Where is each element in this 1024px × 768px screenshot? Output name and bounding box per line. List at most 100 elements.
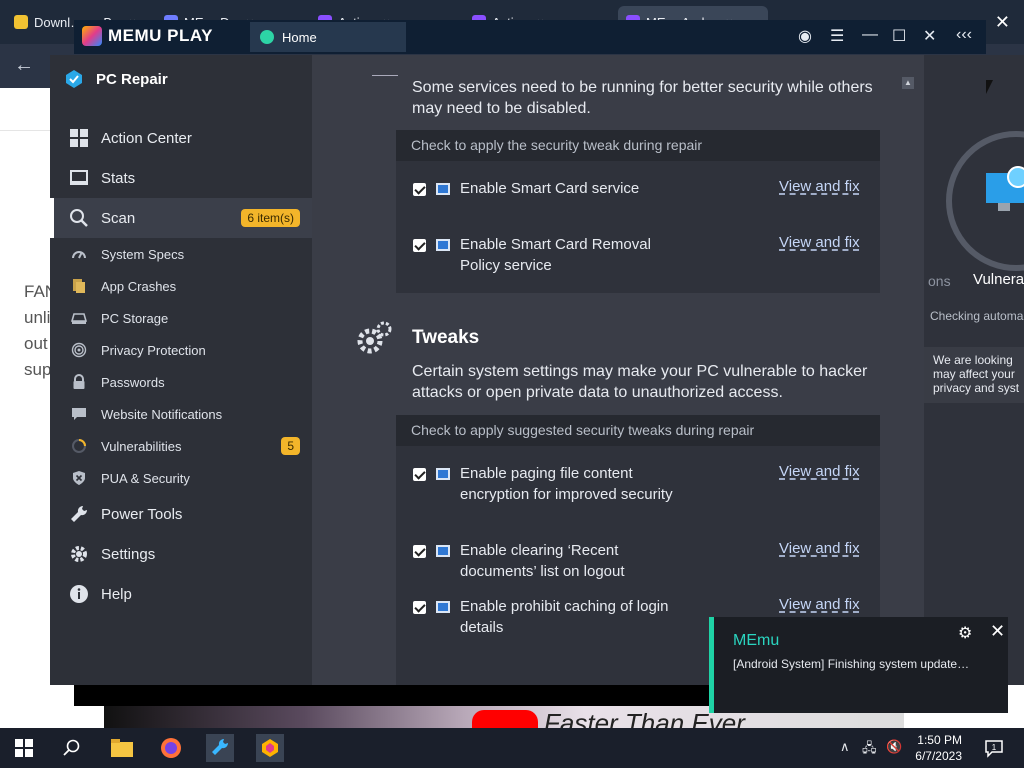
service-checkbox[interactable] <box>413 183 426 196</box>
tweak-label: Enable prohibit caching of login details <box>460 598 669 636</box>
back-arrow-icon[interactable]: ← <box>14 54 34 77</box>
info-icon <box>68 583 90 605</box>
clock[interactable]: 1:50 PM 6/7/2023 <box>912 732 962 764</box>
vulnerabilities-tab[interactable]: Vulnera <box>973 271 1024 288</box>
spinner-icon <box>70 437 88 455</box>
memu-title-bar: MEMU PLAY Home ◉ ☰ — ☐ ✕ ‹‹‹ <box>74 20 986 54</box>
tweaks-intro: Certain system settings may make your PC… <box>412 363 868 401</box>
app-name: PC Repair <box>96 70 168 88</box>
nav-stats[interactable]: Stats <box>50 158 312 198</box>
services-panel: Check to apply the security tweak during… <box>396 130 880 293</box>
info-line: We are looking <box>933 353 1013 367</box>
service-checkbox[interactable] <box>413 239 426 252</box>
close-icon[interactable]: ✕ <box>990 621 1005 642</box>
memu-home-tab[interactable]: Home <box>250 22 406 52</box>
collapse-icon[interactable]: ‹‹‹ <box>956 26 972 44</box>
toast-message: [Android System] Finishing system update… <box>733 657 970 671</box>
action-center-icon <box>68 127 90 149</box>
service-row: Enable Smart Card Removal Policy service… <box>396 234 880 282</box>
nav-settings[interactable]: Settings <box>50 534 312 574</box>
service-icon <box>436 183 450 195</box>
toast-title: MEmu <box>733 632 780 649</box>
maximize-icon[interactable]: ☐ <box>892 26 906 46</box>
sub-system-specs[interactable]: System Specs <box>50 238 312 270</box>
windows-start-icon[interactable] <box>10 734 38 762</box>
view-and-fix-link[interactable]: View and fix <box>779 596 860 613</box>
chat-icon <box>70 405 88 423</box>
memu-taskbar-icon[interactable] <box>256 734 284 762</box>
sub-passwords[interactable]: Passwords <box>50 366 312 398</box>
info-box: We are looking may affect your privacy a… <box>924 347 1024 403</box>
info-line: privacy and syst <box>933 381 1020 395</box>
notifications-icon[interactable]: 1 <box>980 734 1008 762</box>
tweak-label: Enable paging file content encryption fo… <box>460 465 673 503</box>
firefox-icon[interactable] <box>157 734 185 762</box>
memu-logo-icon <box>82 26 102 46</box>
page-text-fragment: out <box>24 334 48 353</box>
sub-pc-storage[interactable]: PC Storage <box>50 302 312 334</box>
tweak-icon <box>436 468 450 480</box>
notification-toast[interactable]: MEmu [Android System] Finishing system u… <box>709 617 1008 713</box>
privacy-icon <box>70 341 88 359</box>
scan-status-panel: ons Vulnera Checking automa We are looki… <box>924 55 1024 685</box>
nav-label: Action Center <box>101 129 192 147</box>
vulnerabilities-count-badge: 5 <box>281 437 300 455</box>
tweaks-gear-icon <box>357 321 392 354</box>
services-panel-header: Check to apply the security tweak during… <box>396 130 880 161</box>
nav-label: Help <box>101 585 132 603</box>
tweak-checkbox[interactable] <box>413 601 426 614</box>
view-and-fix-link[interactable]: View and fix <box>779 540 860 557</box>
app-crashes-icon <box>70 277 88 295</box>
nav-label: Scan <box>101 209 136 227</box>
tweak-checkbox[interactable] <box>413 468 426 481</box>
sub-vulnerabilities[interactable]: Vulnerabilities 5 <box>50 430 312 462</box>
sub-label: Privacy Protection <box>101 342 206 358</box>
app-brand: PC Repair <box>64 69 168 89</box>
sub-privacy-protection[interactable]: Privacy Protection <box>50 334 312 366</box>
browser-close-icon[interactable]: ✕ <box>995 12 1010 33</box>
tweaks-title: Tweaks <box>412 327 480 348</box>
sub-label: Website Notifications <box>101 406 223 422</box>
chevron-up-icon[interactable]: ∧ <box>840 739 850 755</box>
page-text-fragment: unli <box>24 308 51 327</box>
nav-label: Stats <box>101 169 136 187</box>
tweak-icon <box>436 601 450 613</box>
sub-pua-security[interactable]: PUA & Security <box>50 462 312 494</box>
view-and-fix-link[interactable]: View and fix <box>779 234 860 251</box>
close-icon[interactable]: ✕ <box>923 26 936 46</box>
view-and-fix-link[interactable]: View and fix <box>779 463 860 480</box>
play-icon[interactable] <box>472 710 538 730</box>
sub-app-crashes[interactable]: App Crashes <box>50 270 312 302</box>
service-label: Enable Smart Card Removal Policy service <box>460 236 651 274</box>
nav-scan[interactable]: Scan 6 item(s) <box>50 198 312 238</box>
person-icon[interactable]: ◉ <box>798 26 812 46</box>
tweak-checkbox[interactable] <box>413 545 426 558</box>
pc-repair-taskbar-icon[interactable] <box>206 734 234 762</box>
tweak-row: Enable paging file content encryption fo… <box>396 463 880 529</box>
search-icon[interactable] <box>58 734 86 762</box>
tab-favicon-icon <box>14 15 28 29</box>
nav-help[interactable]: Help <box>50 574 312 614</box>
file-explorer-icon[interactable] <box>108 734 136 762</box>
tweaks-panel-header: Check to apply suggested security tweaks… <box>396 415 880 446</box>
tweak-row: Enable clearing ‘Recent documents’ list … <box>396 540 880 588</box>
nav-power-tools[interactable]: Power Tools <box>50 494 312 534</box>
sub-label: PUA & Security <box>101 470 190 486</box>
shield-x-icon <box>70 469 88 487</box>
sub-website-notifications[interactable]: Website Notifications <box>50 398 312 430</box>
stats-icon <box>68 167 90 189</box>
nav-action-center[interactable]: Action Center <box>50 118 312 158</box>
sub-label: Vulnerabilities <box>101 438 182 454</box>
nav-label: Power Tools <box>101 505 183 523</box>
menu-icon[interactable]: ☰ <box>830 26 844 46</box>
home-icon <box>260 30 274 44</box>
minimize-icon[interactable]: — <box>862 26 878 44</box>
checking-status: Checking automa <box>930 309 1024 323</box>
view-and-fix-link[interactable]: View and fix <box>779 178 860 195</box>
tab-label-partial: ons <box>928 273 951 289</box>
scroll-up-icon[interactable]: ▲ <box>902 77 914 89</box>
gear-icon[interactable]: ⚙ <box>958 623 972 643</box>
volume-muted-icon[interactable]: 🔇 <box>886 739 902 755</box>
network-icon[interactable]: 🖧 <box>862 739 877 761</box>
scan-count-badge: 6 item(s) <box>241 209 300 227</box>
